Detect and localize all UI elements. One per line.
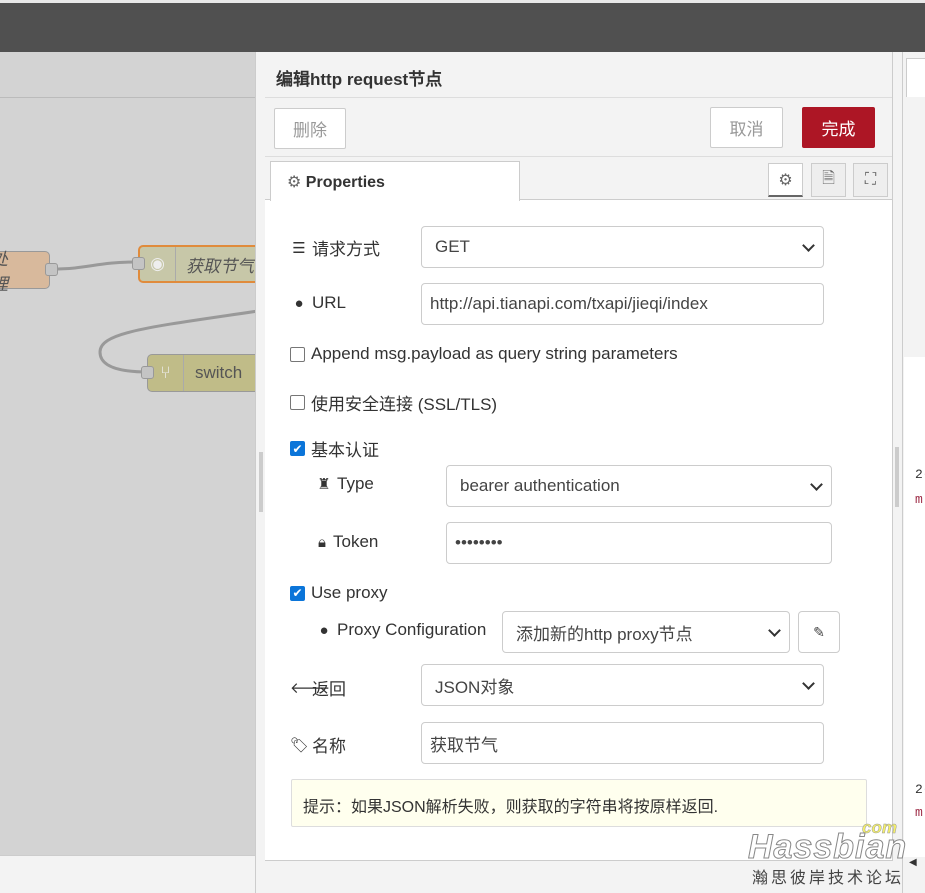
- edit-proxy-button[interactable]: ✎: [798, 611, 840, 653]
- name-label: 🏷︎ 名称: [290, 736, 346, 757]
- flow-node-process[interactable]: 处理: [0, 250, 50, 294]
- watermark-logo: Hassbian: [747, 828, 908, 867]
- flow-node-http[interactable]: ◉ 获取节气: [138, 245, 268, 283]
- dialog-title: 编辑http request节点: [265, 52, 892, 98]
- proxy-config-label: ● Proxy Configuration: [315, 620, 486, 640]
- use-proxy-option[interactable]: ✔ Use proxy: [290, 583, 388, 603]
- header-bar: [0, 0, 925, 52]
- name-input[interactable]: 获取节气: [421, 722, 824, 764]
- debug-sidebar: 2( m 2( m p ◀: [893, 52, 925, 893]
- canvas-footer: [0, 855, 258, 893]
- delete-button[interactable]: 删除: [274, 108, 346, 149]
- cancel-button[interactable]: 取消: [710, 107, 783, 148]
- frame-icon: ⛶: [864, 171, 877, 188]
- token-label: 🔒︎ Token: [315, 532, 378, 552]
- append-payload-checkbox[interactable]: [290, 346, 305, 362]
- flow-node-switch[interactable]: ⑂ switch: [147, 354, 267, 392]
- globe-icon: ◉: [140, 247, 176, 281]
- use-proxy-checkbox[interactable]: ✔: [290, 585, 305, 601]
- gear-icon: ⚙: [778, 171, 793, 189]
- url-input[interactable]: http://api.tianapi.com/txapi/jieqi/index: [421, 283, 824, 325]
- token-input[interactable]: ••••••••: [446, 522, 832, 564]
- watermark-text: 瀚思彼岸技术论坛: [752, 870, 905, 887]
- document-icon: 🗎: [822, 169, 835, 187]
- dialog-toolbar: 删除 取消 完成: [265, 98, 892, 157]
- globe-icon: ●: [294, 294, 304, 312]
- sidebar-resize-handle[interactable]: [893, 52, 903, 893]
- return-label: 🡐 返回: [290, 680, 346, 699]
- settings-tab-button[interactable]: ⚙: [768, 163, 803, 197]
- tab-bar: ⚙ Properties ⚙ 🗎 ⛶: [265, 157, 892, 201]
- auth-type-label: ♜ Type: [315, 474, 374, 494]
- tls-option[interactable]: 使用安全连接 (SSL/TLS): [290, 390, 497, 415]
- tab-properties[interactable]: ⚙ Properties: [270, 161, 520, 201]
- output-port[interactable]: [45, 263, 58, 276]
- arrow-left-icon: 🡐: [290, 680, 331, 697]
- debug-messages: 2( m 2( m p: [904, 97, 925, 857]
- tip-box: 提示：如果JSON解析失败，则获取的字符串将按原样返回.: [291, 779, 867, 827]
- description-tab-button[interactable]: 🗎: [811, 163, 846, 197]
- proxy-config-select[interactable]: 添加新的http proxy节点: [502, 611, 790, 653]
- gear-icon: ⚙: [287, 174, 302, 191]
- appearance-tab-button[interactable]: ⛶: [853, 163, 888, 197]
- scroll-left-icon[interactable]: ◀: [909, 857, 917, 868]
- method-label: ☰ 请求方式: [290, 235, 380, 260]
- append-payload-option[interactable]: Append msg.payload as query string param…: [290, 344, 678, 364]
- auth-type-select[interactable]: bearer authentication: [446, 465, 832, 507]
- user-secret-icon: ♜: [317, 476, 331, 493]
- globe-icon: ●: [319, 621, 329, 639]
- flow-canvas[interactable]: 处理 ◉ 获取节气 ⑂ switch: [0, 52, 268, 855]
- method-select[interactable]: GET: [421, 226, 824, 268]
- pencil-icon: ✎: [813, 623, 825, 640]
- tasks-icon: ☰: [292, 239, 306, 257]
- input-port[interactable]: [141, 366, 154, 379]
- edit-dialog: 编辑http request节点 删除 取消 完成 ⚙ Properties ⚙…: [265, 52, 893, 893]
- input-port[interactable]: [132, 257, 145, 270]
- done-button[interactable]: 完成: [802, 107, 875, 148]
- tag-icon: 🏷︎: [290, 736, 310, 754]
- basic-auth-checkbox[interactable]: ✔: [290, 441, 305, 456]
- basic-auth-option[interactable]: ✔ 基本认证: [290, 436, 379, 461]
- url-label: ● URL: [290, 293, 346, 313]
- lock-icon: 🔒︎: [318, 533, 326, 551]
- sidebar-tab[interactable]: [906, 58, 925, 98]
- tls-checkbox[interactable]: [290, 395, 305, 410]
- return-select[interactable]: JSON对象: [421, 664, 824, 706]
